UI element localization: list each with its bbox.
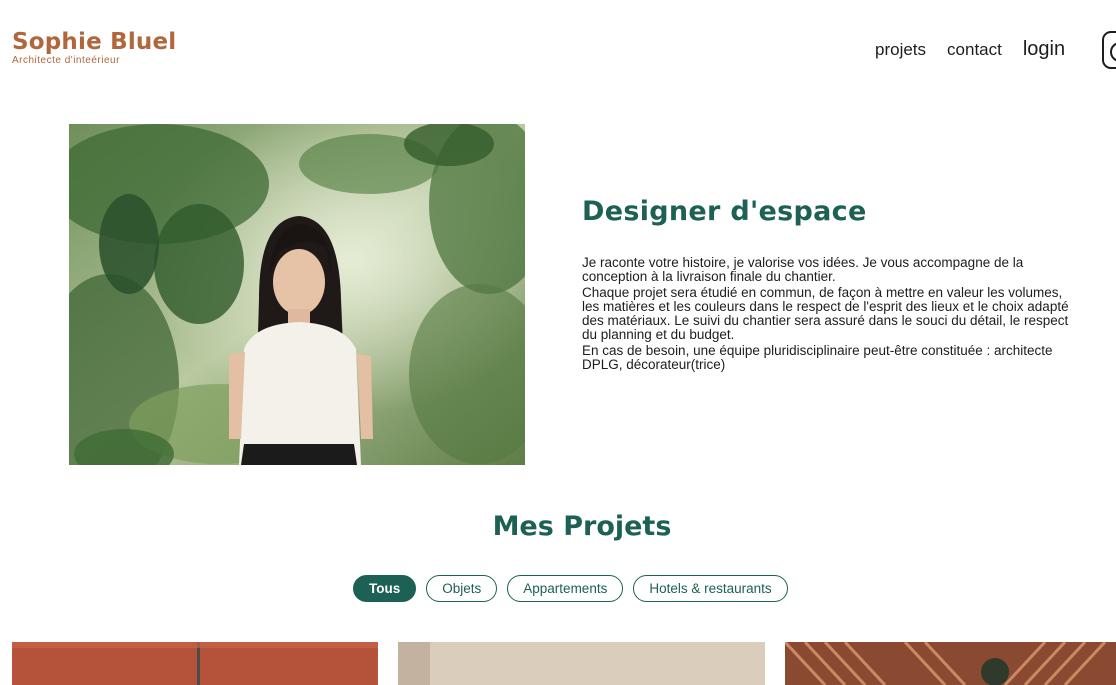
nav-link-projets[interactable]: projets — [875, 40, 926, 60]
intro-paragraph-1: Je raconte votre histoire, je valorise v… — [582, 255, 1024, 284]
filter-objets-button[interactable]: Objets — [426, 575, 498, 602]
portrait-photo — [69, 124, 525, 465]
nav-link-contact[interactable]: contact — [947, 40, 1002, 60]
intro-paragraph-2: Chaque projet sera étudié en commun, de … — [582, 285, 1069, 342]
gallery-item-3[interactable] — [785, 642, 1116, 685]
intro-section: Designer d'espace Je raconte votre histo… — [582, 196, 1116, 374]
filter-appartements-button[interactable]: Appartements — [507, 575, 624, 602]
logo-title: Sophie Bluel — [12, 29, 177, 55]
logo-subtitle: Architecte d'inteérieur — [12, 55, 120, 66]
gallery-image-1 — [12, 642, 378, 685]
nav-link-login[interactable]: login — [1023, 38, 1065, 61]
logo[interactable]: Sophie Bluel Architecte d'inteérieur — [12, 31, 176, 66]
filter-hotels-restaurants-button[interactable]: Hotels & restaurants — [633, 575, 788, 602]
instagram-icon[interactable] — [1102, 31, 1116, 69]
portrait-illustration — [69, 124, 525, 465]
projects-title: Mes Projets — [492, 511, 672, 542]
filter-bar: Tous Objets Appartements Hotels & restau… — [353, 575, 798, 602]
intro-paragraph-3: En cas de besoin, une équipe pluridiscip… — [582, 343, 1053, 372]
intro-heading: Designer d'espace — [582, 196, 867, 227]
filter-tous-button[interactable]: Tous — [353, 575, 417, 602]
gallery-image-3 — [785, 642, 1116, 685]
gallery-item-2[interactable] — [398, 642, 765, 685]
main-nav: projets contact login — [875, 38, 1065, 61]
gallery-image-2 — [398, 642, 765, 685]
gallery-item-1[interactable] — [12, 642, 378, 685]
